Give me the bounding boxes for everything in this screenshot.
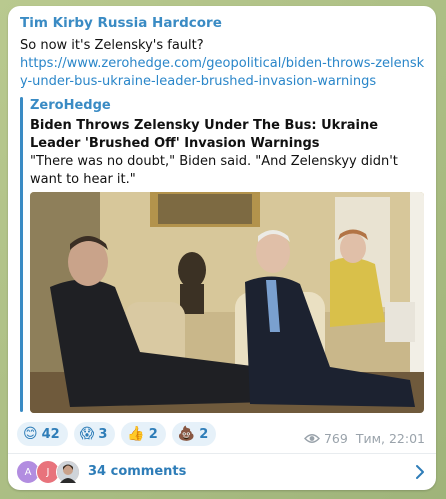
preview-title: Biden Throws Zelensky Under The Bus: Ukr… bbox=[30, 118, 379, 151]
scream-emoji-icon: 😱 bbox=[79, 426, 95, 442]
smile-emoji-icon: 😊 bbox=[23, 426, 38, 442]
views-counter: 769 bbox=[304, 431, 348, 446]
reaction-count: 3 bbox=[98, 426, 108, 442]
preview-description: "There was no doubt," Biden said. "And Z… bbox=[30, 154, 398, 187]
channel-name[interactable]: Tim Kirby Russia Hardcore bbox=[20, 15, 222, 31]
chevron-right-icon[interactable] bbox=[415, 464, 425, 480]
message-link[interactable]: https://www.zerohedge.com/geopolitical/b… bbox=[20, 56, 424, 89]
reaction-count: 42 bbox=[41, 426, 60, 442]
reaction-thumbs-up[interactable]: 👍 2 bbox=[121, 422, 166, 446]
message-meta: 769 Тим, 22:01 bbox=[304, 431, 425, 446]
preview-accent-bar bbox=[20, 97, 23, 412]
avatar-photo bbox=[57, 461, 79, 483]
reaction-smile[interactable]: 😊 42 bbox=[17, 422, 68, 446]
reaction-scream[interactable]: 😱 3 bbox=[73, 422, 116, 446]
reaction-count: 2 bbox=[148, 426, 158, 442]
link-preview[interactable]: ZeroHedge Biden Throws Zelensky Under Th… bbox=[20, 97, 424, 413]
reaction-count: 2 bbox=[199, 426, 209, 442]
preview-image-illustration bbox=[30, 192, 424, 413]
thumbs-up-emoji-icon: 👍 bbox=[127, 426, 145, 442]
message-bubble: Tim Kirby Russia Hardcore So now it's Ze… bbox=[8, 6, 436, 490]
message-text: So now it's Zelensky's fault? https://ww… bbox=[20, 37, 425, 91]
reactions-bar: 😊 42 😱 3 👍 2 💩 2 bbox=[17, 422, 217, 446]
avatar bbox=[56, 460, 80, 484]
preview-site-name: ZeroHedge bbox=[30, 98, 111, 113]
message-body: So now it's Zelensky's fault? bbox=[20, 38, 204, 53]
comments-button[interactable]: A J 34 comments bbox=[8, 454, 436, 490]
eye-icon bbox=[304, 434, 320, 443]
preview-image[interactable] bbox=[30, 192, 424, 413]
message-time: Тим, 22:01 bbox=[355, 431, 425, 446]
commenter-avatars: A J bbox=[16, 460, 80, 484]
comments-count-label[interactable]: 34 comments bbox=[88, 464, 186, 479]
views-count: 769 bbox=[323, 431, 348, 446]
poop-emoji-icon: 💩 bbox=[177, 426, 196, 442]
reaction-poop[interactable]: 💩 2 bbox=[171, 422, 217, 446]
